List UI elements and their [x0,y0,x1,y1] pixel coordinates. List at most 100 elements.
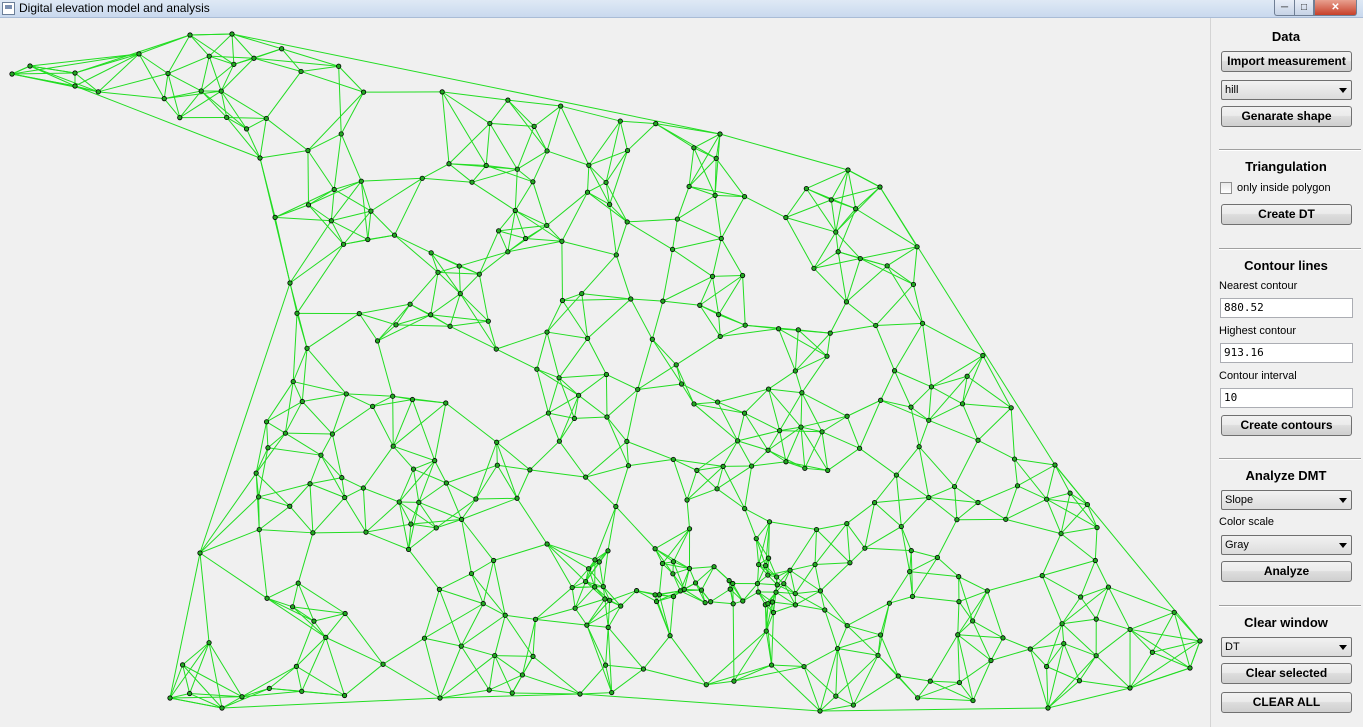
triangulation-edge [259,118,267,159]
triangulation-edge [896,446,920,476]
nearest-contour-field[interactable]: 880.52 [1220,298,1353,318]
triangulation-edge [819,648,839,712]
measurement-point [494,462,500,468]
measurement-point [469,179,475,185]
measurement-point [787,567,793,573]
triangulation-edge [611,668,644,693]
measurement-point [843,299,850,305]
triangulation-edge [434,460,447,484]
triangulation-edge [361,177,423,182]
clear-all-button[interactable]: CLEAR ALL [1221,692,1352,713]
triangulation-edge [341,477,364,489]
close-button[interactable]: ✕ [1314,0,1357,16]
measurement-point [613,503,619,510]
create-dt-button[interactable]: Create DT [1221,204,1352,225]
triangulation-edge [714,195,722,239]
triangulation-edge [434,402,447,461]
triangulation-edge [307,91,364,151]
triangulation-edge [529,469,586,478]
measurement-point [769,599,776,605]
triangulation-edge [266,421,286,434]
measurement-point [765,386,772,392]
minimize-button[interactable]: ─ [1274,0,1294,16]
color-scale-select[interactable]: Gray [1221,535,1352,555]
triangulation-edge [377,314,431,342]
measurement-point [624,219,630,225]
triangulation-edge [693,403,738,442]
triangulation-edge [669,596,675,636]
measurement-point [1067,490,1073,496]
triangulation-edge [607,600,611,628]
measurement-point [583,474,589,480]
measurement-point [224,114,230,121]
triangulation-edge [363,487,400,503]
import-measurement-button[interactable]: Import measurement [1221,51,1352,72]
measurement-point [256,526,262,533]
triangulation-edge [773,604,796,613]
triangulation-edge [398,468,414,503]
triangulation-edge [471,168,518,183]
measurement-point [834,645,841,652]
triangulation-edge [418,460,436,503]
triangulation-edge [829,301,847,334]
contour-section-title: Contour lines [1244,258,1328,273]
create-contours-button[interactable]: Create contours [1221,415,1352,436]
triangulation-edge [478,230,500,275]
triangulation-edge [1086,504,1098,528]
triangulation-edge [471,560,494,575]
measurement-point [338,131,344,137]
triangulation-edge [877,603,890,656]
contour-interval-field[interactable]: 10 [1220,388,1353,408]
clear-target-select[interactable]: DT [1221,637,1352,657]
drawing-canvas[interactable] [0,18,1210,727]
measurement-point [1003,516,1009,522]
clear-selected-button[interactable]: Clear selected [1221,663,1352,684]
measurement-point [798,424,804,430]
measurement-point [1094,524,1100,531]
measurement-point [1197,638,1203,644]
triangulation-edge [1129,611,1175,630]
triangulation-edge [377,340,394,397]
triangulation-edge [1060,504,1088,534]
triangulation-edge [846,301,877,326]
triangulation-edge [382,637,425,665]
analyze-button[interactable]: Analyze [1221,561,1352,582]
dataset-select[interactable]: hill [1221,80,1352,100]
generate-shape-button[interactable]: Genarate shape [1221,106,1352,127]
triangulation-edge [672,238,722,250]
measurement-point [827,330,833,336]
measurement-point [391,232,398,238]
triangulation-section-title: Triangulation [1245,159,1327,174]
triangulation-edge [917,697,974,702]
measurement-point [419,175,425,181]
triangulation-edge [560,105,621,122]
measurement-point [583,578,589,585]
highest-contour-field[interactable]: 913.16 [1220,343,1353,363]
measurement-point [845,167,851,173]
triangulation-edge [751,449,769,467]
inside-polygon-checkbox[interactable] [1220,182,1232,194]
triangulation-edge [482,560,495,604]
color-scale-value: Gray [1225,539,1249,551]
measurement-point [1061,640,1067,647]
triangulation-edge [471,573,506,616]
measurement-point [287,280,293,286]
measurement-point [329,431,336,437]
measurement-point [370,403,376,409]
triangulation-edge [297,532,314,584]
measurement-point [293,663,300,669]
triangulation-edge [767,430,781,451]
triangulation-edge [630,298,653,340]
measurement-point [803,186,809,192]
triangulation-edge [208,56,222,92]
triangulation-edge [778,328,796,372]
hull-edge [847,169,881,188]
measurement-point [768,662,775,668]
triangulation-edge [334,180,362,190]
triangulation-edge [910,386,932,408]
measurement-point [656,592,662,598]
maximize-button[interactable]: □ [1294,0,1314,16]
triangulation-edge [620,590,637,607]
analysis-type-select[interactable]: Slope [1221,490,1352,510]
triangulation-edge [562,298,631,302]
